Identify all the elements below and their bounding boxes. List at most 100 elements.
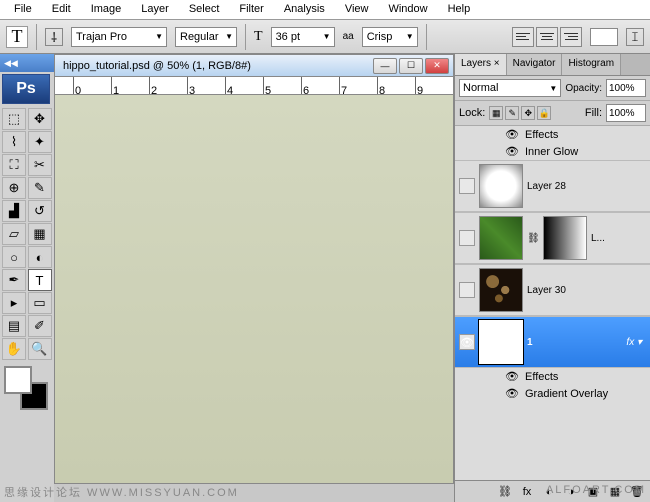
move-tool[interactable]: ✥	[28, 108, 52, 130]
menu-window[interactable]: Window	[378, 0, 437, 19]
lock-all-icon[interactable]: 🔒	[537, 106, 551, 120]
eye-icon[interactable]: 👁	[505, 370, 519, 383]
menu-analysis[interactable]: Analysis	[274, 0, 335, 19]
layer-row[interactable]: Layer 28	[455, 160, 650, 212]
effects-row[interactable]: 👁Effects	[455, 126, 650, 143]
visibility-toggle[interactable]	[459, 282, 475, 298]
effect-gradient-overlay[interactable]: 👁Gradient Overlay	[455, 385, 650, 402]
new-group-button[interactable]: ▣	[584, 484, 602, 500]
menu-layer[interactable]: Layer	[131, 0, 179, 19]
font-family-label: Trajan Pro	[76, 31, 127, 43]
effect-inner-glow[interactable]: 👁 Inner Glow	[455, 143, 650, 160]
adjustment-layer-button[interactable]: ◑	[562, 484, 580, 500]
layer-thumbnail[interactable]	[479, 268, 523, 312]
document-titlebar[interactable]: hippo_tutorial.psd @ 50% (1, RGB/8#) — ☐…	[55, 55, 453, 77]
align-right-button[interactable]	[560, 27, 582, 47]
new-layer-button[interactable]: ▦	[606, 484, 624, 500]
history-brush-tool[interactable]: ↺	[28, 200, 52, 222]
toolbox-header[interactable]: ◀◀	[0, 54, 54, 72]
layer-thumbnail[interactable]	[479, 320, 523, 364]
menu-help[interactable]: Help	[438, 0, 481, 19]
layer-name[interactable]: 1	[527, 337, 533, 348]
stamp-tool[interactable]: ▟	[2, 200, 26, 222]
effects-row[interactable]: 👁Effects	[455, 368, 650, 385]
fill-input[interactable]: 100%	[606, 104, 646, 122]
color-swatches[interactable]	[4, 366, 48, 410]
text-color-swatch[interactable]	[590, 28, 618, 46]
lock-position-icon[interactable]: ✥	[521, 106, 535, 120]
blend-mode-dropdown[interactable]: Normal▼	[459, 79, 561, 97]
layer-name[interactable]: Layer 28	[527, 181, 566, 192]
foreground-color-swatch[interactable]	[4, 366, 32, 394]
menu-image[interactable]: Image	[81, 0, 132, 19]
notes-tool[interactable]: ▤	[2, 315, 26, 337]
warp-text-button[interactable]: 𝙸	[626, 28, 644, 46]
tab-histogram[interactable]: Histogram	[562, 54, 621, 75]
lock-pixels-icon[interactable]: ✎	[505, 106, 519, 120]
opacity-input[interactable]: 100%	[606, 79, 646, 97]
font-style-dropdown[interactable]: Regular▼	[175, 27, 237, 47]
eye-icon[interactable]: 👁	[505, 387, 519, 400]
fx-indicator[interactable]: fx ▾	[626, 337, 646, 348]
layer-mask-button[interactable]: ◐	[540, 484, 558, 500]
effect-label: Inner Glow	[525, 146, 578, 158]
layer-thumbnail[interactable]	[479, 164, 523, 208]
tab-navigator[interactable]: Navigator	[507, 54, 563, 75]
menu-view[interactable]: View	[335, 0, 379, 19]
font-size-dropdown[interactable]: 36 pt▼	[271, 27, 335, 47]
visibility-toggle[interactable]: 👁	[459, 334, 475, 350]
eyedropper-tool[interactable]: ✐	[28, 315, 52, 337]
eraser-tool[interactable]: ▱	[2, 223, 26, 245]
link-icon[interactable]: ⛓	[527, 233, 539, 244]
layer-style-button[interactable]: fx	[518, 484, 536, 500]
healing-tool[interactable]: ⊕	[2, 177, 26, 199]
magic-wand-tool[interactable]: ✦	[28, 131, 52, 153]
minimize-button[interactable]: —	[373, 58, 397, 74]
path-selection-tool[interactable]: ▸	[2, 292, 26, 314]
hand-tool[interactable]: ✋	[2, 338, 26, 360]
maximize-button[interactable]: ☐	[399, 58, 423, 74]
menu-filter[interactable]: Filter	[229, 0, 273, 19]
tab-layers[interactable]: Layers ×	[455, 54, 507, 75]
visibility-toggle[interactable]	[459, 178, 475, 194]
menu-select[interactable]: Select	[179, 0, 230, 19]
type-tool[interactable]: T	[28, 269, 52, 291]
horizontal-ruler[interactable]: 0 1 2 3 4 5 6 7 8 9 10	[55, 77, 453, 95]
lock-transparency-icon[interactable]: ▦	[489, 106, 503, 120]
blur-tool[interactable]: ○	[2, 246, 26, 268]
zoom-tool[interactable]: 🔍	[28, 338, 52, 360]
gradient-tool[interactable]: ▦	[28, 223, 52, 245]
canvas[interactable]	[55, 95, 453, 483]
layer-row[interactable]: ⛓ L...	[455, 212, 650, 264]
layer-thumbnail[interactable]	[479, 216, 523, 260]
layer-row-selected[interactable]: 👁 1 fx ▾	[455, 316, 650, 368]
lasso-tool[interactable]: ⌇	[2, 131, 26, 153]
pen-tool[interactable]: ✒	[2, 269, 26, 291]
visibility-toggle[interactable]	[459, 230, 475, 246]
chevron-down-icon: ▼	[406, 32, 414, 41]
dodge-tool[interactable]: ◐	[28, 246, 52, 268]
shape-tool[interactable]: ▭	[28, 292, 52, 314]
eye-icon[interactable]: 👁	[505, 128, 519, 141]
brush-tool[interactable]: ✎	[28, 177, 52, 199]
antialias-label: aa	[343, 31, 354, 42]
mask-thumbnail[interactable]	[543, 216, 587, 260]
crop-tool[interactable]: ⛶	[2, 154, 26, 176]
delete-layer-button[interactable]: 🗑	[628, 484, 646, 500]
slice-tool[interactable]: ✂	[28, 154, 52, 176]
eye-icon[interactable]: 👁	[505, 145, 519, 158]
layer-name[interactable]: L...	[591, 233, 605, 244]
layer-row[interactable]: Layer 30	[455, 264, 650, 316]
antialias-dropdown[interactable]: Crisp▼	[362, 27, 418, 47]
align-left-button[interactable]	[512, 27, 534, 47]
align-center-button[interactable]	[536, 27, 558, 47]
menu-edit[interactable]: Edit	[42, 0, 81, 19]
layer-name[interactable]: Layer 30	[527, 285, 566, 296]
text-orientation-button[interactable]: ⸸	[45, 28, 63, 46]
close-button[interactable]: ✕	[425, 58, 449, 74]
tool-preset-indicator[interactable]: T	[6, 26, 28, 48]
link-layers-button[interactable]: ⛓	[496, 484, 514, 500]
marquee-tool[interactable]: ⬚	[2, 108, 26, 130]
font-family-dropdown[interactable]: Trajan Pro▼	[71, 27, 167, 47]
menu-file[interactable]: File	[4, 0, 42, 19]
